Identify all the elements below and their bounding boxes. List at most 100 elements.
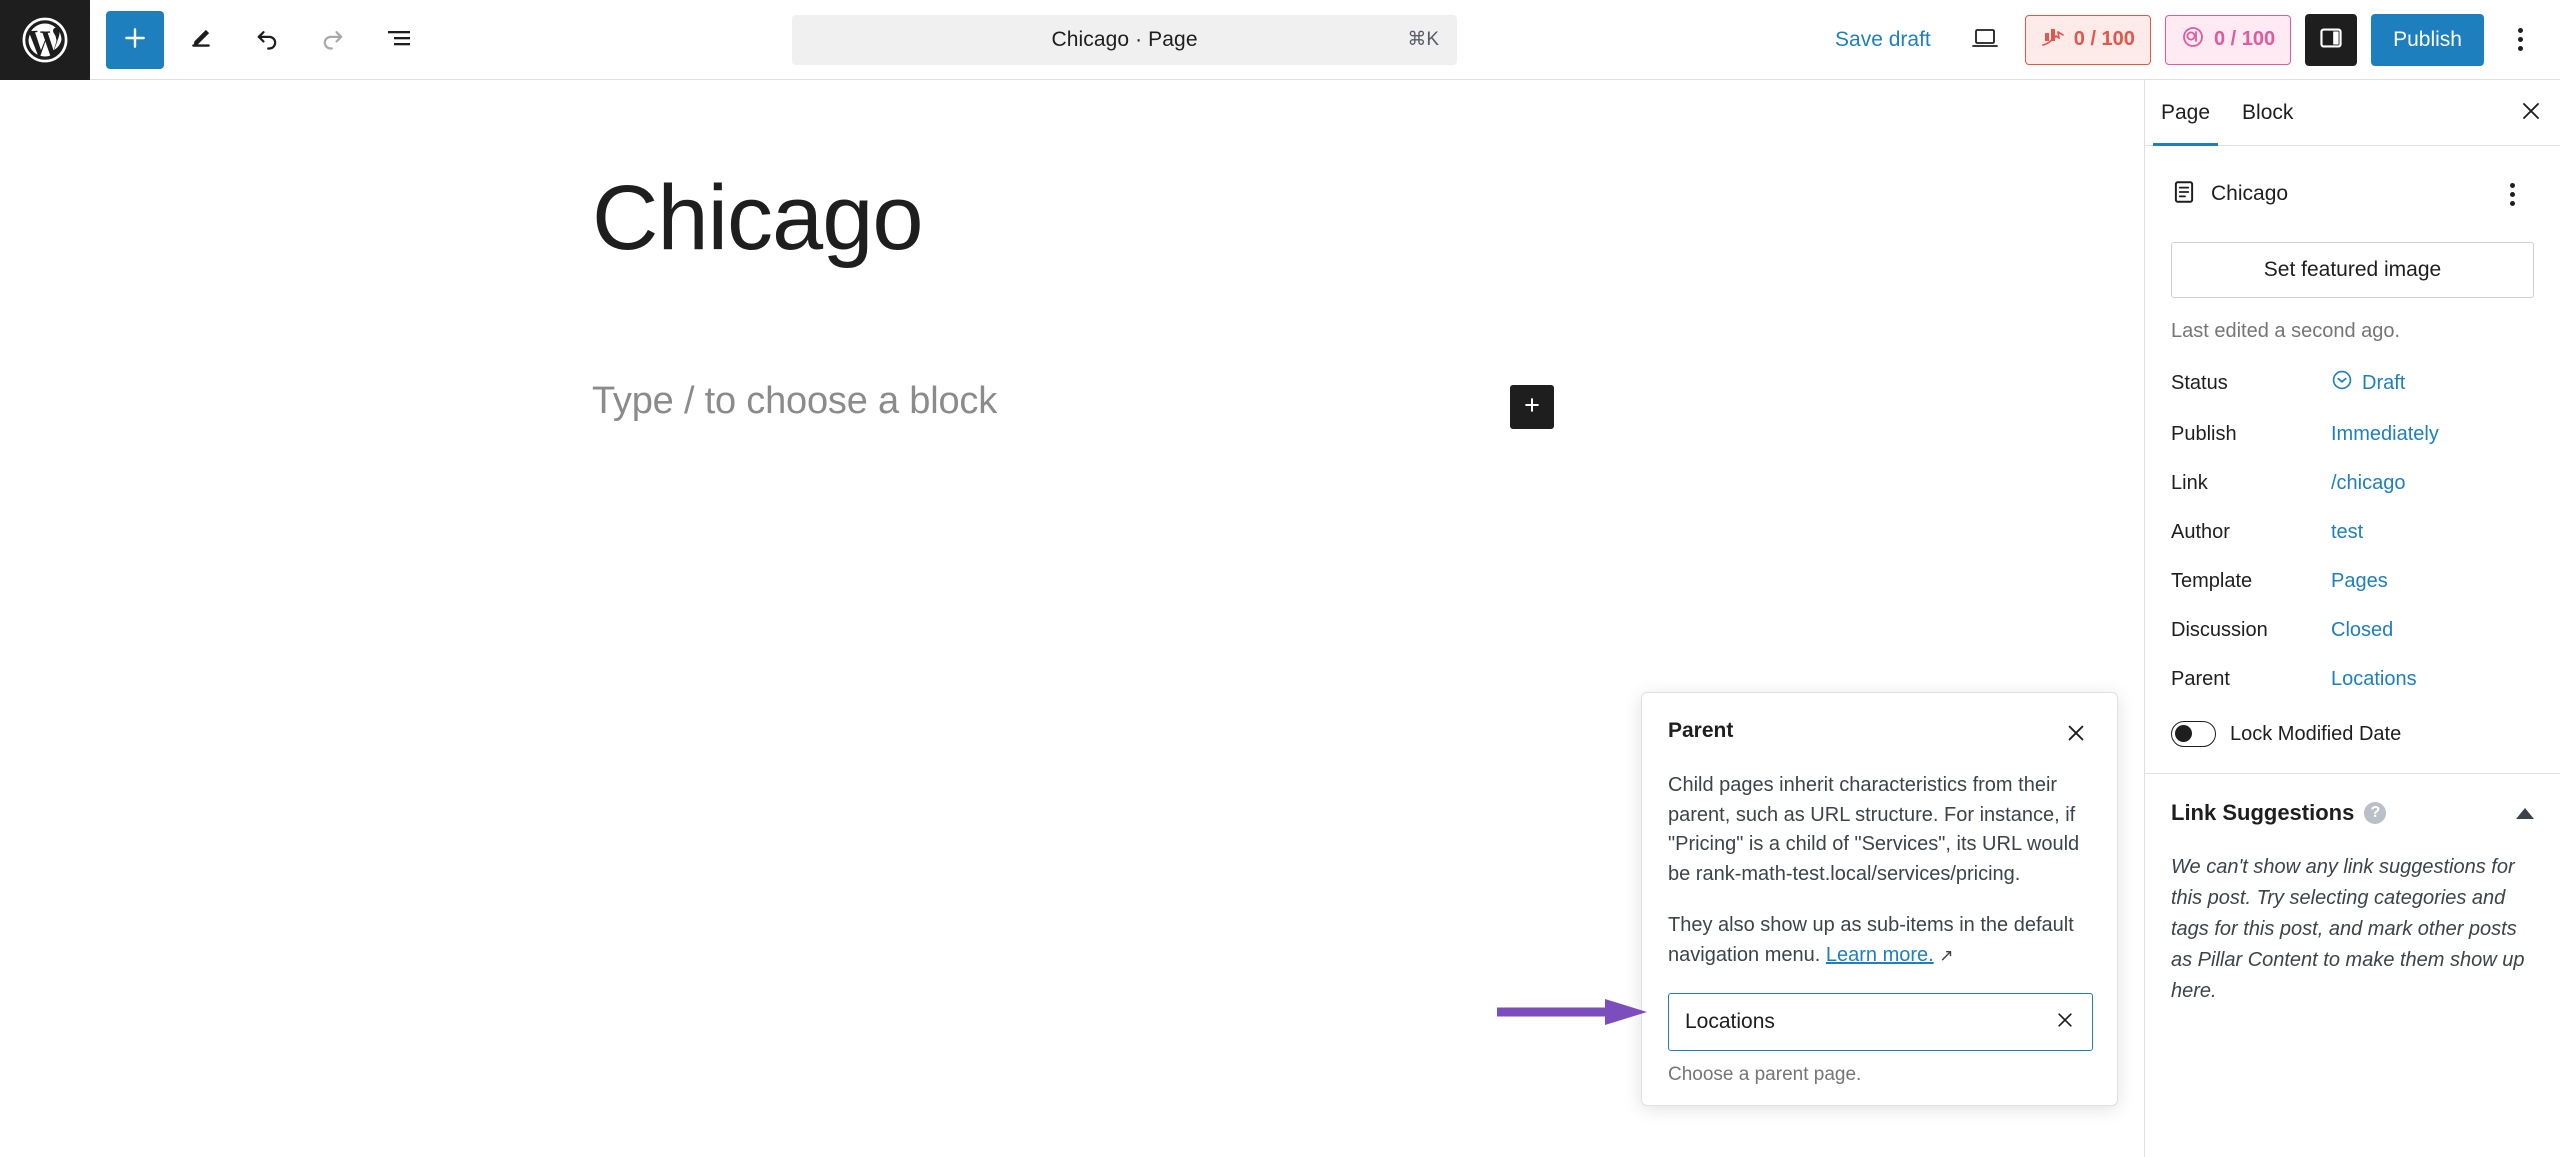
preview-button[interactable] <box>1959 14 2011 66</box>
post-title-field[interactable]: Chicago <box>592 170 924 267</box>
discussion-button[interactable]: Closed <box>2331 619 2393 642</box>
top-bar-actions: Save draft 0 / 100 0 / 100 Publish <box>1821 13 2560 66</box>
draft-circle-icon <box>2331 369 2353 397</box>
document-title-chip[interactable]: Chicago · Page ⌘K <box>792 14 1458 65</box>
sidebar-tab-list: Page Block <box>2145 80 2560 146</box>
publish-button[interactable]: Publish <box>2371 13 2484 66</box>
wordpress-logo-icon <box>22 17 68 63</box>
redo-button[interactable] <box>304 11 362 69</box>
lock-modified-date-row: Lock Modified Date <box>2171 721 2534 747</box>
link-suggestions-panel: Link Suggestions ? We can't show any lin… <box>2145 774 2560 1033</box>
row-status: Status Draft <box>2171 369 2534 397</box>
editor-options-button[interactable] <box>2498 14 2542 66</box>
clear-parent-button[interactable] <box>2048 1005 2082 1039</box>
parent-description-secondary: They also show up as sub-items in the de… <box>1668 911 2091 970</box>
parent-description-primary: Child pages inherit characteristics from… <box>1668 774 2080 885</box>
command-shortcut-label: ⌘K <box>1407 29 1440 50</box>
document-overview-button[interactable] <box>370 11 428 69</box>
row-label-status: Status <box>2171 371 2228 394</box>
content-ai-score-badge[interactable]: 0 / 100 <box>2164 14 2292 65</box>
link-suggestions-empty-message: We can't show any link suggestions for t… <box>2171 856 2525 1002</box>
kebab-menu-icon <box>2509 191 2515 197</box>
wordpress-logo-button[interactable] <box>0 0 90 80</box>
publish-date-button[interactable]: Immediately <box>2331 423 2439 446</box>
block-inserter-button[interactable] <box>106 10 164 69</box>
kebab-menu-icon <box>2509 182 2515 188</box>
desktop-preview-icon <box>1971 26 1999 53</box>
settings-sidebar-toggle-button[interactable] <box>2305 13 2358 66</box>
top-bar-tools <box>90 10 428 69</box>
top-bar-center: Chicago · Page ⌘K <box>428 14 1821 65</box>
tab-block[interactable]: Block <box>2226 80 2309 145</box>
row-author: Author test <box>2171 521 2534 544</box>
lock-modified-date-label: Lock Modified Date <box>2230 722 2402 745</box>
learn-more-link[interactable]: Learn more. <box>1826 944 1934 966</box>
content-ai-icon <box>2181 25 2205 55</box>
close-x-icon <box>2055 1010 2075 1033</box>
external-link-arrow-icon: ↗ <box>1939 945 1954 965</box>
plus-icon <box>122 25 148 54</box>
document-actions-button[interactable] <box>2490 168 2534 220</box>
settings-sidebar: Page Block Chicago Set featured image La… <box>2144 80 2560 1157</box>
link-slug-button[interactable]: /chicago <box>2331 472 2406 495</box>
template-button[interactable]: Pages <box>2331 570 2388 593</box>
set-featured-image-button[interactable]: Set featured image <box>2171 242 2534 298</box>
empty-block-placeholder[interactable]: Type / to choose a block <box>592 380 997 423</box>
undo-button[interactable] <box>238 11 296 69</box>
parent-page-combobox[interactable]: Locations <box>1668 992 2093 1051</box>
kebab-menu-icon <box>2509 200 2515 206</box>
tools-edit-button[interactable] <box>172 11 230 69</box>
link-suggestions-title: Link Suggestions <box>2171 800 2355 825</box>
status-value-label: Draft <box>2362 371 2406 394</box>
seo-score-badge[interactable]: 0 / 100 <box>2024 14 2151 65</box>
undo-arrow-icon <box>253 24 281 55</box>
row-template: Template Pages <box>2171 570 2534 593</box>
close-sidebar-button[interactable] <box>2502 80 2560 145</box>
row-parent: Parent Locations <box>2171 668 2534 691</box>
page-summary-section: Chicago Set featured image Last edited a… <box>2145 146 2560 774</box>
last-edited-text: Last edited a second ago. <box>2171 320 2401 342</box>
wordpress-block-editor: Chicago · Page ⌘K Save draft 0 / 100 0 /… <box>0 0 2560 1157</box>
row-label-publish: Publish <box>2171 423 2237 445</box>
tab-spacer <box>2309 80 2502 145</box>
caret-up-icon[interactable] <box>2516 807 2534 819</box>
document-name: Chicago <box>2211 182 2289 205</box>
close-x-icon <box>2065 722 2087 747</box>
toggle-knob <box>2175 725 2192 742</box>
link-suggestions-header: Link Suggestions ? <box>2171 800 2534 826</box>
kebab-menu-icon <box>2517 37 2523 42</box>
document-chip-title: Chicago · Page <box>1051 27 1198 51</box>
parent-page-help-text: Choose a parent page. <box>1668 1063 1862 1085</box>
row-label-template: Template <box>2171 570 2253 592</box>
row-discussion: Discussion Closed <box>2171 619 2534 642</box>
row-label-link: Link <box>2171 472 2208 494</box>
kebab-menu-icon <box>2517 28 2523 33</box>
settings-sidebar-icon <box>2318 25 2344 54</box>
popover-header: Parent <box>1668 719 2091 749</box>
parent-page-popover: Parent Child pages inherit characteristi… <box>1641 692 2118 1106</box>
editor-top-bar: Chicago · Page ⌘K Save draft 0 / 100 0 /… <box>0 0 2560 80</box>
question-mark-icon[interactable]: ? <box>2364 802 2387 824</box>
popover-title: Parent <box>1668 719 1734 742</box>
row-label-discussion: Discussion <box>2171 619 2268 641</box>
redo-arrow-icon <box>319 24 347 55</box>
save-draft-button[interactable]: Save draft <box>1821 18 1945 62</box>
parent-button[interactable]: Locations <box>2331 668 2417 691</box>
inline-block-inserter-button[interactable] <box>1510 385 1554 429</box>
row-label-author: Author <box>2171 521 2230 543</box>
kebab-menu-icon <box>2517 46 2523 51</box>
tab-page[interactable]: Page <box>2145 80 2226 146</box>
seo-score-label: 0 / 100 <box>2073 28 2135 50</box>
content-ai-score-label: 0 / 100 <box>2213 28 2276 50</box>
status-value-button[interactable]: Draft <box>2331 369 2405 397</box>
row-label-parent: Parent <box>2171 668 2230 690</box>
pencil-icon <box>188 25 214 54</box>
document-row: Chicago <box>2171 168 2534 220</box>
list-view-icon <box>385 26 413 53</box>
row-link: Link /chicago <box>2171 472 2534 495</box>
lock-modified-date-toggle[interactable] <box>2171 721 2216 747</box>
author-button[interactable]: test <box>2331 521 2363 544</box>
popover-close-button[interactable] <box>2061 719 2091 749</box>
plus-icon <box>1522 395 1542 420</box>
close-x-icon <box>2519 99 2543 126</box>
